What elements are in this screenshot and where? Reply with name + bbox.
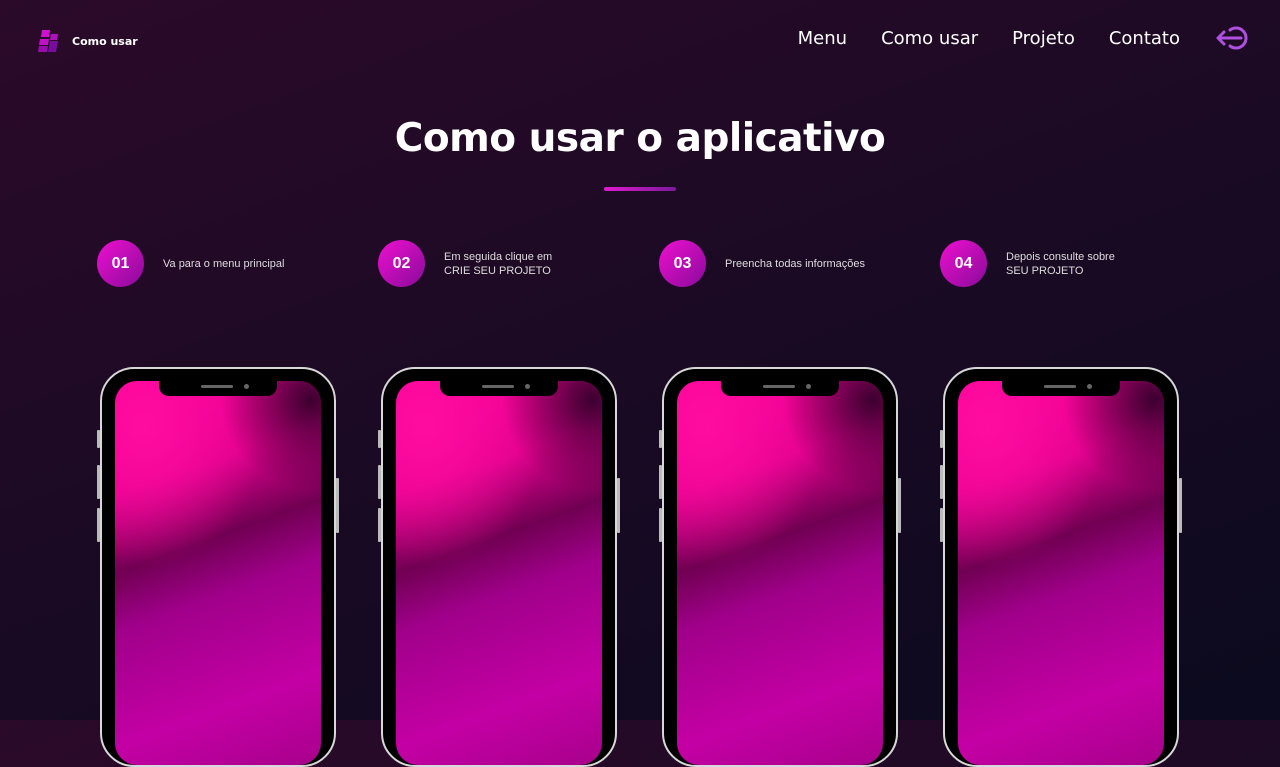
camera-icon [1087,384,1092,389]
step-number: 01 [97,240,144,287]
phone-notch [1002,379,1120,396]
step-text: Va para o menu principal [163,257,285,270]
nav-como-usar[interactable]: Como usar [881,28,978,49]
step-2: 02 Em seguida clique em CRIE SEU PROJETO [378,240,638,287]
phone-screen [396,381,602,765]
phone-power-button [617,478,620,533]
phone-mockup-3 [662,367,898,767]
step-4: 04 Depois consulte sobre SEU PROJETO [940,240,1200,287]
logout-icon[interactable] [1214,24,1250,52]
phone-mockup-2 [381,367,617,767]
main-nav: Menu Como usar Projeto Contato [798,28,1180,49]
step-number: 03 [659,240,706,287]
step-text: Em seguida clique em CRIE SEU PROJETO [444,250,553,277]
phone-notch [440,379,558,396]
camera-icon [244,384,249,389]
phone-notch [721,379,839,396]
logo-icon [38,30,58,52]
logo[interactable]: Como usar [37,29,138,54]
logo-text: Como usar [72,35,138,48]
step-text: Preencha todas informações [725,257,866,270]
speaker [201,385,233,388]
step-number: 04 [940,240,987,287]
phone-screen [958,381,1164,765]
step-number: 02 [378,240,425,287]
step-text: Depois consulte sobre SEU PROJETO [1006,250,1115,277]
nav-projeto[interactable]: Projeto [1012,28,1075,49]
phone-mockup-1 [100,367,336,767]
phone-screen [677,381,883,765]
step-3: 03 Preencha todas informações [659,240,919,287]
phone-screen [115,381,321,765]
speaker [763,385,795,388]
phone-power-button [1179,478,1182,533]
speaker [1044,385,1076,388]
nav-menu[interactable]: Menu [798,28,847,49]
phone-power-button [898,478,901,533]
title-underline [604,187,676,191]
nav-contato[interactable]: Contato [1109,28,1180,49]
phone-power-button [336,478,339,533]
camera-icon [806,384,811,389]
page-title: Como usar o aplicativo [394,116,886,161]
phone-mockup-4 [943,367,1179,767]
phone-notch [159,379,277,396]
step-1: 01 Va para o menu principal [97,240,357,287]
camera-icon [525,384,530,389]
speaker [482,385,514,388]
